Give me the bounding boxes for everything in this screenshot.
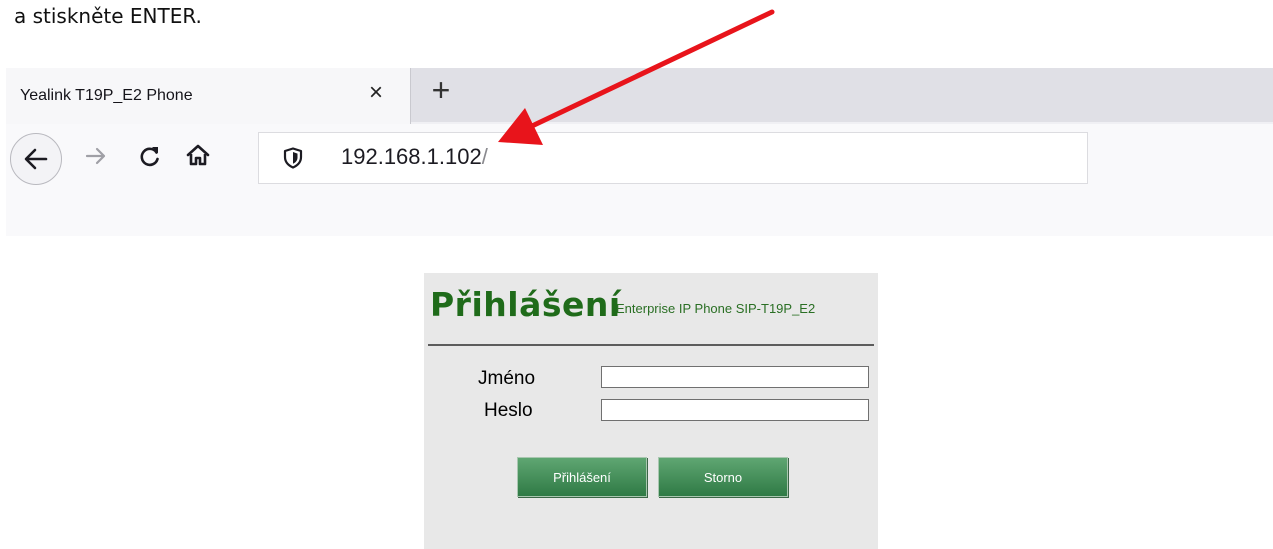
url-text[interactable]: 192.168.1.102/ (341, 144, 488, 170)
close-icon[interactable]: × (363, 79, 389, 106)
cancel-button[interactable]: Storno (658, 457, 788, 497)
username-label: Jméno (478, 368, 536, 389)
new-tab-icon[interactable]: + (426, 72, 456, 108)
back-arrow-icon (24, 148, 48, 170)
login-panel: Přihlášení Enterprise IP Phone SIP-T19P_… (424, 273, 878, 549)
url-host: 192.168.1.102 (341, 144, 482, 169)
login-title: Přihlášení (430, 285, 621, 324)
forward-arrow-icon (85, 147, 106, 165)
reload-button[interactable] (134, 140, 166, 172)
reload-icon (140, 147, 159, 167)
red-arrow-annotation (498, 9, 775, 145)
back-button[interactable] (10, 133, 62, 185)
forward-button[interactable] (80, 140, 112, 172)
home-button[interactable] (182, 139, 214, 171)
shield-icon[interactable] (281, 146, 305, 170)
password-label: Heslo (484, 400, 533, 421)
device-name: Enterprise IP Phone SIP-T19P_E2 (616, 301, 816, 316)
divider (428, 344, 874, 346)
home-icon (186, 144, 210, 166)
instruction-text: a stiskněte ENTER. (14, 4, 202, 28)
tab-title: Yealink T19P_E2 Phone (20, 87, 193, 104)
login-button[interactable]: Přihlášení (517, 457, 647, 497)
password-input[interactable] (601, 399, 869, 421)
tab-yealink-phone[interactable]: Yealink T19P_E2 Phone × (6, 68, 411, 124)
username-input[interactable] (601, 366, 869, 388)
